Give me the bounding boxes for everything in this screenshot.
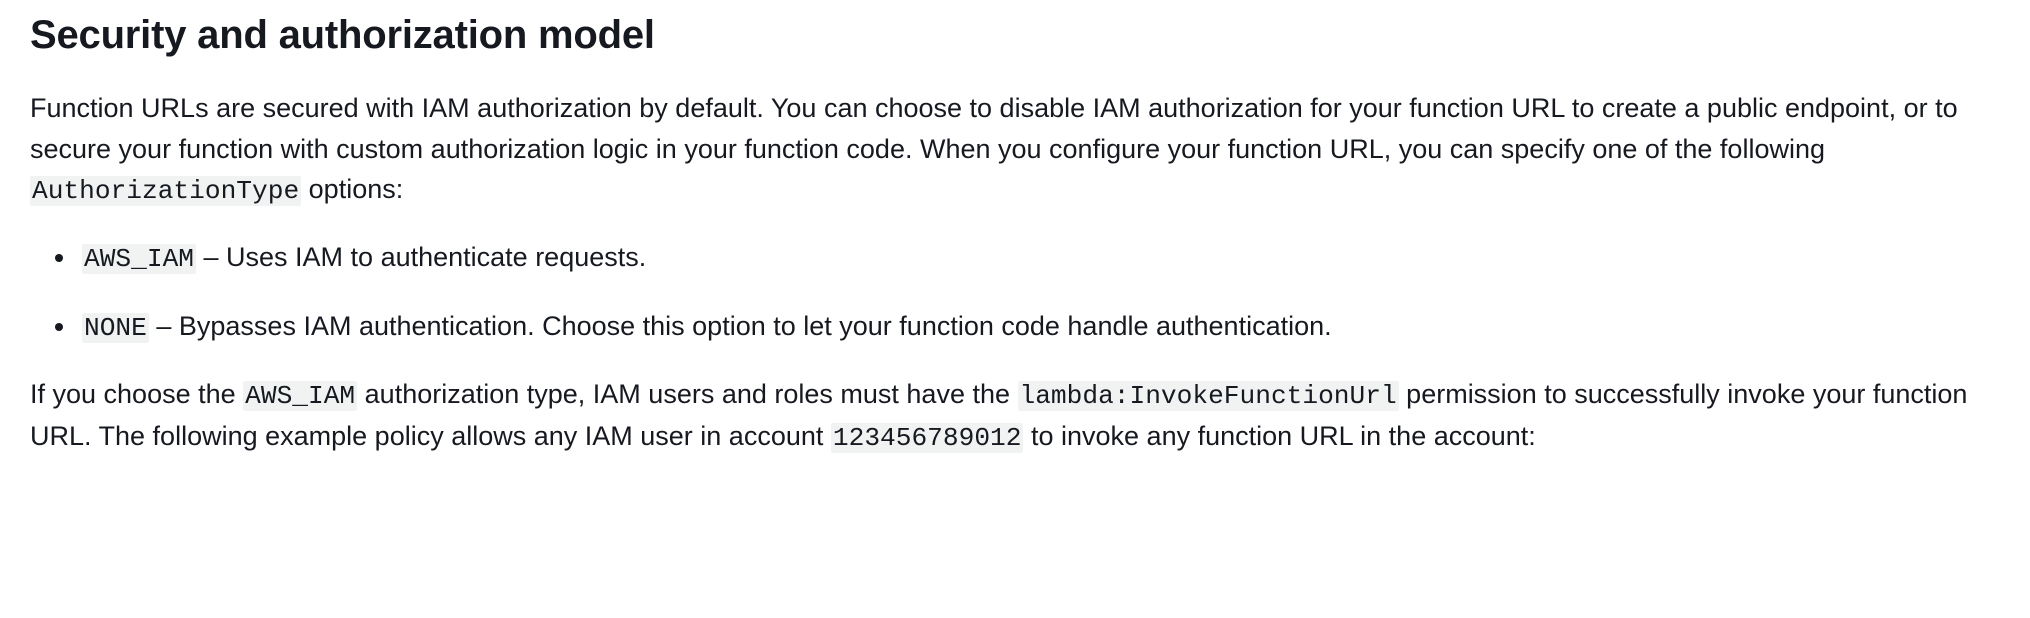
doc-section: Security and authorization model Functio… xyxy=(0,0,2030,514)
inline-code-none: NONE xyxy=(82,313,149,343)
intro-text-post: options: xyxy=(301,174,403,204)
option-desc: – Uses IAM to authenticate requests. xyxy=(196,242,646,272)
section-heading: Security and authorization model xyxy=(30,10,2000,60)
policy-paragraph: If you choose the AWS_IAM authorization … xyxy=(30,374,1980,459)
inline-code-aws-iam: AWS_IAM xyxy=(82,244,196,274)
list-item: NONE – Bypasses IAM authentication. Choo… xyxy=(78,306,2000,348)
intro-text-pre: Function URLs are secured with IAM autho… xyxy=(30,93,1958,164)
policy-text-2: authorization type, IAM users and roles … xyxy=(357,379,1017,409)
policy-text-4: to invoke any function URL in the accoun… xyxy=(1023,421,1535,451)
inline-code-aws-iam: AWS_IAM xyxy=(243,381,357,411)
policy-text-1: If you choose the xyxy=(30,379,243,409)
list-item: AWS_IAM – Uses IAM to authenticate reque… xyxy=(78,237,2000,279)
option-desc: – Bypasses IAM authentication. Choose th… xyxy=(149,311,1332,341)
intro-paragraph: Function URLs are secured with IAM autho… xyxy=(30,88,1980,211)
inline-code-invoke-permission: lambda:InvokeFunctionUrl xyxy=(1018,381,1399,411)
inline-code-authorizationtype: AuthorizationType xyxy=(30,176,301,206)
inline-code-account-id: 123456789012 xyxy=(831,423,1024,453)
authorization-options-list: AWS_IAM – Uses IAM to authenticate reque… xyxy=(30,237,2000,348)
